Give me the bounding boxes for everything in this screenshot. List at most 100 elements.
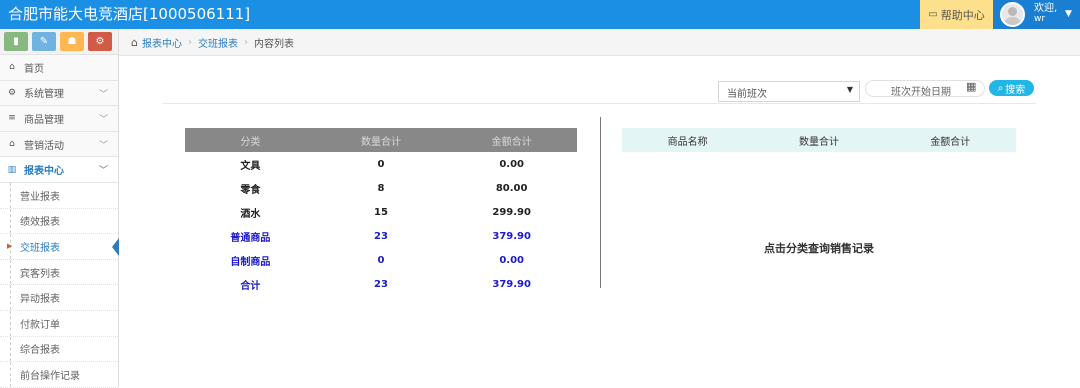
active-marker [112, 238, 119, 257]
chevron-down-icon: ﹀ [98, 89, 108, 100]
sidebar-item-marketing[interactable]: ⌂ 营销活动 ﹀ [0, 131, 118, 158]
amount-cell: 0.00 [499, 254, 524, 266]
amount-cell: 80.00 [495, 182, 528, 194]
sidebar-item-reports[interactable]: ▥ 报表中心 ﹀ [0, 157, 118, 183]
sidebar-subitem-front-desk-log[interactable]: 前台操作记录 [0, 362, 118, 388]
sidebar-subitem-label: 绩效报表 [20, 217, 60, 229]
category-cell[interactable]: 文具 [185, 152, 316, 176]
chevron-down-icon: ﹀ [98, 115, 108, 126]
sidebar-item-label: 首页 [24, 63, 44, 75]
search-button-label: 搜索 [1005, 84, 1026, 96]
amount-cell: 379.90 [492, 230, 531, 242]
table-total-row: 合计 23 379.90 [185, 272, 577, 296]
amount-cell: 299.90 [492, 206, 531, 218]
help-center-label: 帮助中心 [940, 8, 985, 22]
search-button[interactable]: ⌕ 搜索 [989, 80, 1034, 96]
database-icon: ≡ [8, 113, 16, 124]
column-header: 金额合计 [446, 128, 577, 152]
breadcrumb-separator-icon: › [243, 36, 248, 48]
category-cell[interactable]: 普通商品 [185, 224, 316, 248]
top-bar: 合肥市能大电竞酒店[1000506111] ▭ 帮助中心 欢迎, wr ▼ [0, 0, 1080, 29]
quantity-cell: 23 [374, 278, 388, 290]
cogs-icon[interactable]: ⚙ [88, 32, 112, 51]
quantity-cell: 23 [374, 230, 388, 242]
category-cell[interactable]: 零食 [185, 176, 316, 200]
sidebar-subitem-label: 综合报表 [20, 345, 60, 357]
home-icon: ⌂ [9, 62, 15, 73]
sidebar-subitem-label: 交班报表 [20, 242, 60, 254]
table-row[interactable]: 零食 8 80.00 [185, 176, 577, 200]
calendar-icon[interactable]: ▦ [966, 80, 976, 93]
category-cell[interactable]: 自制商品 [185, 248, 316, 272]
sidebar-subitem-label: 前台操作记录 [20, 370, 80, 382]
table-row[interactable]: 酒水 15 299.90 [185, 200, 577, 224]
total-label-cell: 合计 [240, 280, 261, 292]
sidebar-subitem-shift-report[interactable]: ▶ 交班报表 [0, 234, 119, 260]
help-center-button[interactable]: ▭ 帮助中心 [920, 0, 993, 29]
caret-down-icon[interactable]: ▼ [1065, 9, 1072, 19]
sidebar-subitem-label: 付款订单 [20, 319, 60, 331]
sidebar: ▮ ✎ ☗ ⚙ ⌂ 首页 ⚙ 系统管理 ﹀ ≡ 商品管理 ﹀ ⌂ 营销活动 ﹀ … [0, 29, 119, 388]
user-menu[interactable]: 欢迎, wr ▼ [993, 0, 1080, 29]
sidebar-subitem-business-report[interactable]: 营业报表 [0, 182, 118, 209]
home-icon: ⌂ [131, 35, 138, 49]
shortcut-bar: ▮ ✎ ☗ ⚙ [0, 29, 118, 55]
table-row[interactable]: 文具 0 0.00 [185, 152, 577, 176]
sidebar-subitem-label: 宾客列表 [20, 268, 60, 280]
breadcrumb-separator-icon: › [187, 36, 192, 48]
chevron-down-icon: ﹀ [98, 140, 108, 151]
search-icon: ⌕ [997, 82, 1004, 94]
bar-chart-icon: ▥ [7, 164, 17, 175]
column-header: 金额合计 [930, 136, 971, 148]
breadcrumb-report-center[interactable]: 报表中心 [142, 35, 182, 50]
breadcrumb-shift-report[interactable]: 交班报表 [198, 35, 238, 50]
shift-select-value: 当前班次 [727, 89, 767, 100]
table-header-row: 分类 数量合计 金额合计 [185, 128, 577, 152]
quantity-cell: 0 [377, 158, 385, 170]
group-icon[interactable]: ☗ [60, 32, 84, 51]
quantity-cell: 8 [377, 182, 385, 194]
sidebar-item-label: 报表中心 [24, 166, 64, 178]
caret-down-icon: ▼ [846, 85, 853, 94]
sidebar-item-home[interactable]: ⌂ 首页 [0, 55, 118, 81]
sidebar-subitem-payment-orders[interactable]: 付款订单 [0, 310, 118, 337]
quantity-cell: 0 [377, 254, 385, 266]
chevron-down-icon: ﹀ [98, 166, 108, 177]
table-row[interactable]: 普通商品 23 379.90 [185, 224, 577, 248]
category-summary-table: 分类 数量合计 金额合计 文具 0 0.00 零食 8 80.00 酒水 15 … [185, 128, 577, 296]
avatar[interactable] [1000, 2, 1025, 27]
divider [163, 103, 1036, 104]
sidebar-subitem-summary-report[interactable]: 综合报表 [0, 336, 118, 363]
sidebar-item-products[interactable]: ≡ 商品管理 ﹀ [0, 106, 118, 132]
sidebar-subitem-guest-list[interactable]: 宾客列表 [0, 259, 118, 286]
amount-cell: 379.90 [492, 278, 531, 290]
column-header: 分类 [185, 128, 316, 152]
sidebar-item-label: 营销活动 [24, 140, 64, 152]
category-cell[interactable]: 酒水 [185, 200, 316, 224]
active-arrow-icon: ▶ [7, 242, 13, 251]
breadcrumb-current: 内容列表 [253, 38, 294, 50]
sidebar-item-label: 系统管理 [24, 89, 64, 101]
sidebar-item-label: 商品管理 [24, 114, 64, 126]
column-header: 商品名称 [667, 136, 708, 148]
quantity-cell: 15 [374, 206, 388, 218]
column-header: 数量合计 [798, 136, 839, 148]
sidebar-subitem-label: 营业报表 [20, 191, 60, 203]
monitor-icon: ▭ [928, 9, 938, 20]
product-table-header: 商品名称 数量合计 金额合计 [622, 128, 1016, 152]
sidebar-subitem-performance-report[interactable]: 绩效报表 [0, 208, 118, 235]
sidebar-subitem-change-report[interactable]: 异动报表 [0, 285, 118, 311]
gear-icon: ⚙ [7, 87, 17, 98]
empty-state-hint: 点击分类查询销售记录 [764, 242, 874, 255]
app-title: 合肥市能大电竞酒店[1000506111] [8, 5, 251, 23]
sidebar-subitem-label: 异动报表 [20, 294, 60, 306]
amount-cell: 0.00 [499, 158, 524, 170]
sidebar-item-system[interactable]: ⚙ 系统管理 ﹀ [0, 80, 118, 107]
shift-select[interactable]: 当前班次 ▼ [718, 81, 860, 102]
username-label: wr [1034, 14, 1046, 24]
table-row[interactable]: 自制商品 0 0.00 [185, 248, 577, 272]
breadcrumb: ⌂ 报表中心 › 交班报表 › 内容列表 [119, 29, 1080, 56]
pencil-icon[interactable]: ✎ [32, 32, 56, 51]
welcome-label: 欢迎, [1034, 3, 1058, 14]
signal-icon[interactable]: ▮ [4, 32, 28, 51]
